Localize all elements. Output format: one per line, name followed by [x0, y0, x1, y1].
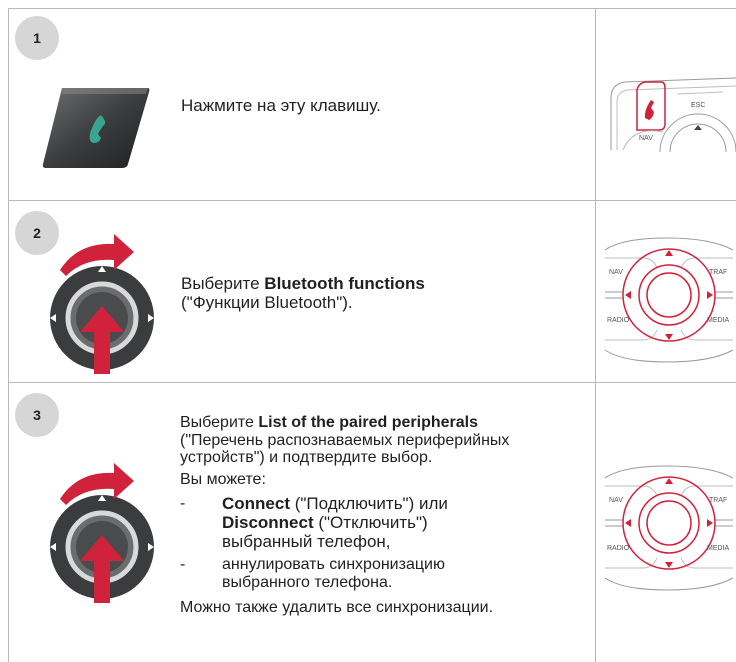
- bullet-dash: -: [180, 556, 186, 573]
- step-1-text: Нажмите на эту клавишу.: [181, 96, 381, 115]
- step-number: 1: [33, 30, 41, 46]
- connect-bold: Connect: [222, 494, 290, 513]
- traf-label: TRAF: [709, 497, 727, 504]
- step-3-footer: Можно также удалить все синхронизации.: [180, 599, 494, 616]
- step-number-badge: 3: [15, 393, 59, 437]
- rotary-knob-press-icon: [50, 234, 154, 374]
- step-3-text-bold: List of the paired peripherals: [258, 414, 478, 431]
- radio-label: RADIO: [607, 317, 630, 324]
- step-2-line-1: Выберите Bluetooth functions: [181, 274, 425, 294]
- table-border-top: [8, 8, 736, 9]
- bullet-1-line-1: Connect ("Подключить") или: [222, 494, 448, 514]
- step-3-line-2: ("Перечень распознаваемых периферийных: [180, 432, 510, 449]
- console-panel-knob-illustration: NAV TRAF RADIO MEDIA: [604, 237, 734, 363]
- step-3-line-3: устройств") и подтвердите выбор.: [180, 449, 433, 466]
- disconnect-translation: ("Отключить"): [313, 513, 428, 532]
- console-panel-phone-illustration: ESC NAV: [610, 77, 736, 152]
- step-3-text-pre: Выберите: [180, 414, 259, 431]
- step-3-line-1: Выберите List of the paired peripherals: [180, 414, 478, 431]
- nav-label: NAV: [609, 497, 623, 504]
- table-border-left: [8, 8, 9, 662]
- bullet-dash: -: [180, 495, 186, 512]
- disconnect-bold: Disconnect: [222, 513, 314, 532]
- column-divider: [595, 8, 596, 662]
- rotary-knob-press-icon: [50, 463, 154, 603]
- row-divider: [8, 200, 736, 201]
- media-label: MEDIA: [707, 317, 730, 324]
- esc-label: ESC: [691, 102, 705, 109]
- phone-key-icon: [42, 88, 150, 168]
- step-2-line-2: ("Функции Bluetooth").: [181, 293, 353, 312]
- step-2-text-pre: Выберите: [181, 274, 265, 293]
- radio-label: RADIO: [607, 545, 630, 552]
- step-2-text-bold: Bluetooth functions: [264, 274, 425, 293]
- console-panel-knob-illustration: NAV TRAF RADIO MEDIA: [604, 465, 734, 591]
- nav-label: NAV: [639, 135, 653, 142]
- nav-label: NAV: [609, 269, 623, 276]
- row-divider: [8, 382, 736, 383]
- bullet-2-line-2: выбранного телефона.: [222, 574, 393, 591]
- step-number-badge: 1: [15, 16, 59, 60]
- bullet-2-line-1: аннулировать синхронизацию: [222, 556, 445, 573]
- step-3-line-4: Вы можете:: [180, 471, 266, 488]
- connect-translation: ("Подключить") или: [290, 494, 448, 513]
- bullet-1-line-2: Disconnect ("Отключить"): [222, 513, 428, 533]
- step-number: 3: [33, 407, 41, 423]
- media-label: MEDIA: [707, 545, 730, 552]
- traf-label: TRAF: [709, 269, 727, 276]
- bullet-1-line-3: выбранный телефон,: [222, 532, 391, 551]
